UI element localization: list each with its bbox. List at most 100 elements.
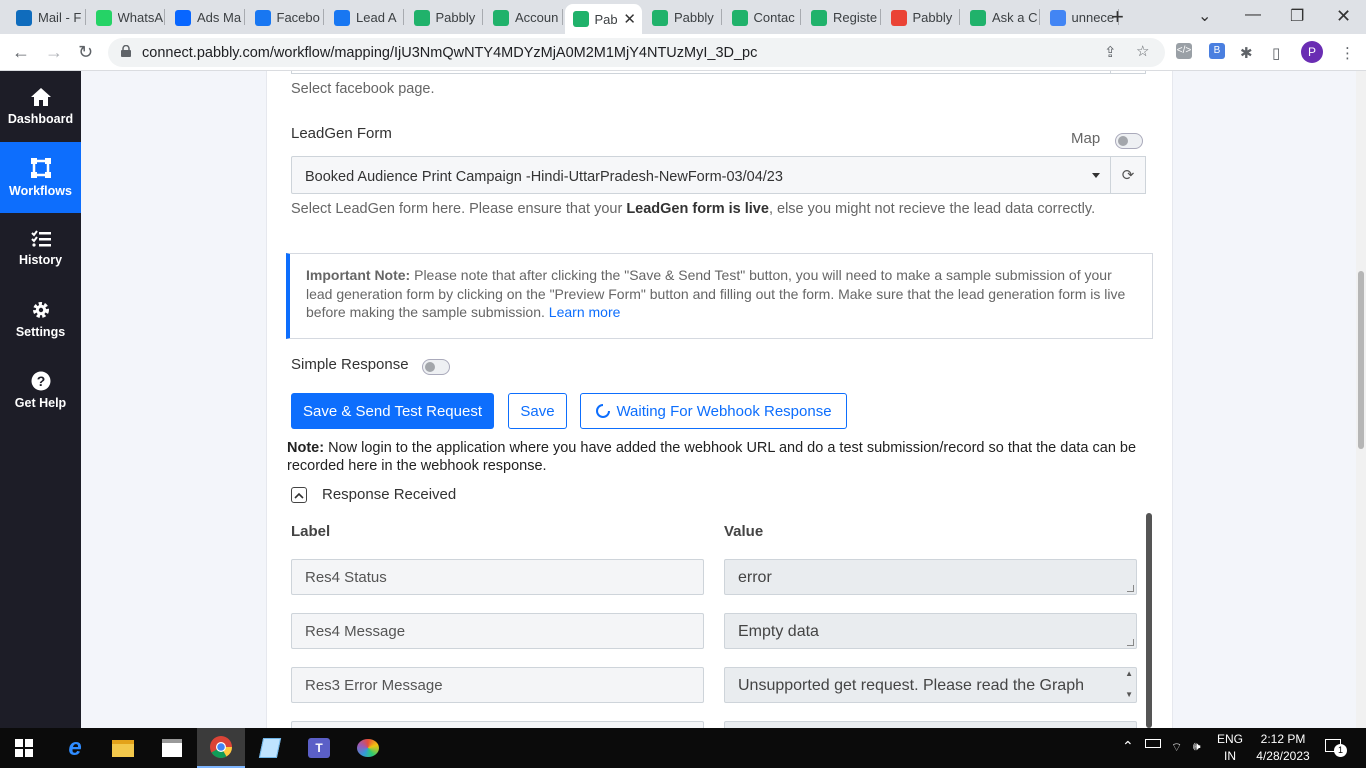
response-value-field[interactable]: Empty data <box>724 613 1137 649</box>
response-value-field[interactable]: Unsupported get request. Please read the… <box>724 667 1137 703</box>
back-icon[interactable]: ← <box>12 42 30 63</box>
simple-response-toggle[interactable] <box>422 359 450 375</box>
response-label-field[interactable]: Res3 Error Message <box>291 667 704 703</box>
save-send-test-button[interactable]: Save & Send Test Request <box>291 393 494 429</box>
browser-tab-title: Mail - F <box>38 10 82 25</box>
browser-tab[interactable]: Accoun <box>485 5 563 30</box>
sidebar-item-history[interactable]: History <box>0 213 81 284</box>
sidebar-item-dashboard[interactable]: Dashboard <box>0 71 81 142</box>
browser-tab[interactable]: Registe <box>803 5 881 30</box>
page-scrollbar[interactable] <box>1356 71 1366 728</box>
browser-tab-title: Pabbly <box>435 10 476 25</box>
clock-date: 4/28/2023 <box>1256 749 1310 763</box>
browser-tab[interactable]: Pabbly <box>644 5 722 30</box>
extensions-puzzle-icon[interactable]: ✱ <box>1240 44 1253 62</box>
taskbar-edge[interactable]: e <box>51 728 99 768</box>
browser-tab[interactable]: Contac <box>724 5 801 30</box>
taskbar-notepad[interactable] <box>246 728 294 768</box>
lock-icon <box>121 45 131 57</box>
browser-tab-title: Pab <box>594 11 618 27</box>
tab-separator <box>1038 9 1040 25</box>
close-window-button[interactable]: ✕ <box>1336 6 1351 27</box>
language-indicator[interactable]: ENG IN <box>1215 731 1245 765</box>
minimize-button[interactable]: — <box>1245 6 1261 24</box>
tab-separator <box>243 9 245 25</box>
profile-avatar[interactable]: P <box>1301 41 1323 63</box>
taskbar-teams[interactable]: T <box>295 728 343 768</box>
new-tab-button[interactable]: + <box>1111 4 1124 30</box>
response-label-field[interactable]: Res4 Message <box>291 613 704 649</box>
save-button[interactable]: Save <box>508 393 567 429</box>
sidebar-item-workflows[interactable]: Workflows <box>0 142 81 213</box>
leadgen-hint-bold: LeadGen form is live <box>626 201 769 217</box>
textarea-scroll-down-icon[interactable]: ▼ <box>1125 690 1133 699</box>
wifi-icon[interactable]: ⌔ <box>1171 739 1182 756</box>
waiting-webhook-button[interactable]: Waiting For Webhook Response <box>580 393 847 429</box>
store-bag-icon <box>162 739 182 757</box>
browser-tab[interactable]: Pabbly <box>406 5 483 30</box>
edge-icon: e <box>68 734 82 761</box>
taskbar-store[interactable] <box>148 728 196 768</box>
browser-tab[interactable]: Facebo <box>247 5 324 30</box>
page-scroll-thumb[interactable] <box>1358 271 1364 449</box>
browser-tab[interactable]: unnece <box>1042 5 1119 30</box>
forward-icon[interactable]: → <box>45 42 63 63</box>
tray-chevron-up-icon[interactable]: ⌃ <box>1122 738 1134 755</box>
browser-tab[interactable]: Pabbly <box>883 5 960 30</box>
sidebar-item-get-help[interactable]: ? Get Help <box>0 355 81 426</box>
volume-icon[interactable]: 🕪 <box>1193 738 1201 755</box>
response-value-field[interactable]: error <box>724 559 1137 595</box>
map-toggle[interactable] <box>1115 133 1143 149</box>
extension-code-icon[interactable]: </> <box>1176 43 1192 59</box>
side-panel-icon[interactable]: ▯ <box>1272 44 1280 62</box>
battery-icon[interactable] <box>1145 739 1161 748</box>
facebook-page-select-bottom[interactable] <box>291 71 1111 74</box>
tab-separator <box>720 9 722 25</box>
main-content: Select facebook page. LeadGen Form Map B… <box>81 71 1356 728</box>
resize-handle-icon[interactable] <box>1127 639 1134 646</box>
reload-icon[interactable]: ↻ <box>78 42 93 63</box>
textarea-scroll-up-icon[interactable]: ▲ <box>1125 669 1133 678</box>
facebook-page-refresh-bottom[interactable] <box>1110 71 1146 74</box>
start-button[interactable] <box>0 728 48 768</box>
sidebar-item-label: Workflows <box>9 184 72 198</box>
sidebar-item-settings[interactable]: Settings <box>0 284 81 355</box>
refresh-leadgen-button[interactable]: ⟳ <box>1110 156 1146 194</box>
browser-tab[interactable]: WhatsA <box>88 5 165 30</box>
taskbar-paint[interactable] <box>344 728 392 768</box>
taskbar-chrome[interactable] <box>197 728 245 768</box>
gear-icon <box>32 302 49 318</box>
browser-tab[interactable]: Ads Ma <box>167 5 245 30</box>
collapse-response-button[interactable] <box>291 487 307 503</box>
browser-tab-title: Accoun <box>515 10 559 25</box>
extension-translate-icon[interactable]: B <box>1209 43 1225 59</box>
notification-center-button[interactable]: 1 <box>1325 739 1347 757</box>
browser-tab[interactable]: Lead A <box>326 5 404 30</box>
taskbar-file-explorer[interactable] <box>99 728 147 768</box>
response-value-text: Empty data <box>738 623 819 640</box>
response-value-text: error <box>738 569 772 586</box>
browser-tab[interactable]: Pab ✕ <box>564 4 642 34</box>
webhook-note-text: Now login to the application where you h… <box>287 440 1137 474</box>
response-label-field[interactable]: Res4 Status <box>291 559 704 595</box>
response-value-field[interactable] <box>724 721 1137 728</box>
paint-palette-icon <box>357 739 379 757</box>
url-bar[interactable]: connect.pabbly.com/workflow/mapping/IjU3… <box>108 38 1165 67</box>
tab-search-icon[interactable]: ⌄ <box>1198 6 1211 26</box>
browser-tab[interactable]: Mail - F <box>8 5 86 30</box>
resize-handle-icon[interactable] <box>1127 585 1134 592</box>
browser-tab[interactable]: Ask a C <box>962 5 1040 30</box>
response-scroll-thumb[interactable] <box>1146 513 1152 728</box>
response-label-field[interactable] <box>291 721 704 728</box>
chrome-menu-icon[interactable]: ⋮ <box>1340 44 1355 62</box>
bookmark-star-icon[interactable]: ☆ <box>1136 42 1149 60</box>
learn-more-link[interactable]: Learn more <box>549 304 621 320</box>
browser-tab-bar: Mail - F WhatsA Ads Ma Facebo Lead A Pabbly Ac… <box>0 0 1366 34</box>
restore-button[interactable]: ❐ <box>1290 6 1304 26</box>
close-tab-icon[interactable]: ✕ <box>623 10 636 28</box>
map-label: Map <box>1071 130 1101 147</box>
response-list-scrollbar[interactable] <box>1145 513 1153 728</box>
clock[interactable]: 2:12 PM 4/28/2023 <box>1250 731 1316 765</box>
leadgen-form-select[interactable]: Booked Audience Print Campaign -Hindi-Ut… <box>291 156 1111 194</box>
share-icon[interactable]: ⇪ <box>1104 43 1117 61</box>
